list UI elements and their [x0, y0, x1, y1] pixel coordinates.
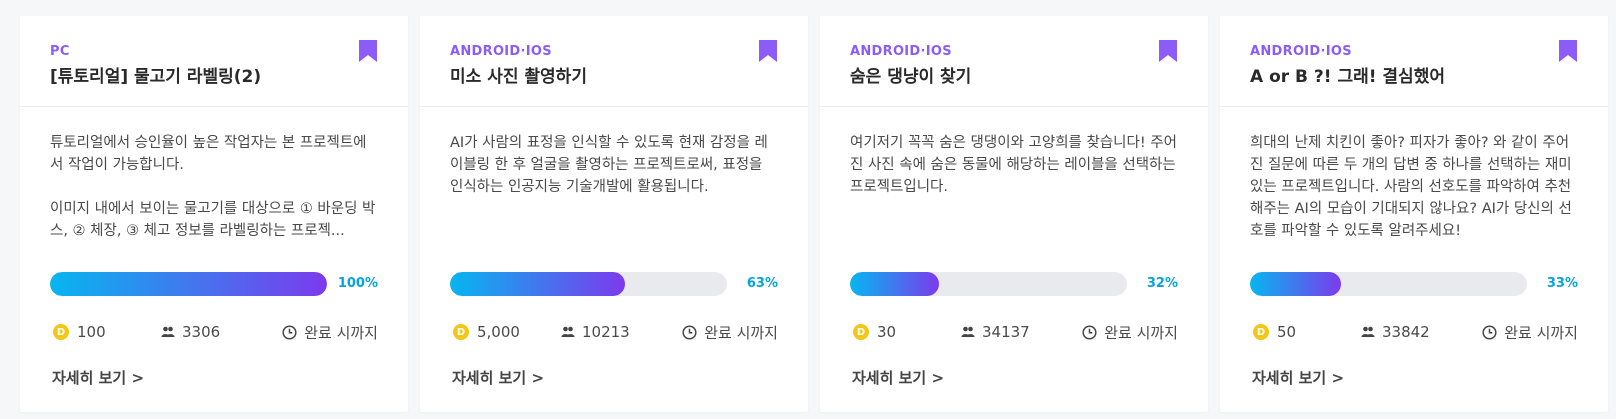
- card-title[interactable]: 미소 사진 촬영하기: [450, 66, 778, 88]
- bookmark-icon[interactable]: [1558, 39, 1578, 63]
- progress-percent: 33%: [1546, 276, 1578, 291]
- points-value: 100: [77, 323, 106, 341]
- participants-stat: 10213: [561, 321, 630, 343]
- card-description: 여기저기 꼭꼭 숨은 댕댕이와 고양희를 찾습니다! 주어진 사진 속에 숨은 …: [850, 135, 1177, 195]
- deadline-stat: 완료 시까지: [1082, 321, 1178, 343]
- participants-value: 34137: [982, 323, 1030, 341]
- deadline-value: 완료 시까지: [1504, 323, 1578, 342]
- card-header: PC [튜토리얼] 물고기 라벨링(2): [20, 16, 408, 107]
- card-stats: D 50 33842 완료 시까지: [1250, 321, 1578, 343]
- progress-row: 33%: [1250, 272, 1578, 296]
- card-description: AI가 사람의 표정을 인식할 수 있도록 현재 감정을 레이블링 한 후 얼굴…: [450, 135, 768, 195]
- card-description: 희대의 난제 치킨이 좋아? 피자가 좋아? 와 같이 주어진 질문에 따른 두…: [1250, 135, 1572, 239]
- deadline-value: 완료 시까지: [1104, 323, 1178, 342]
- project-card[interactable]: ANDROID·IOS 숨은 댕냥이 찾기 여기저기 꼭꼭 숨은 댕댕이와 고양…: [820, 16, 1208, 412]
- progress-row: 32%: [850, 272, 1178, 296]
- card-stats: D 100 3306 완료 시까지: [50, 321, 378, 343]
- participants-stat: 33842: [1361, 321, 1430, 343]
- project-card[interactable]: PC [튜토리얼] 물고기 라벨링(2) 튜토리얼에서 승인율이 높은 작업자는…: [20, 16, 408, 412]
- points-value: 50: [1277, 323, 1297, 341]
- more-link[interactable]: 자세히 보기 >: [452, 367, 544, 388]
- card-header: ANDROID·IOS 숨은 댕냥이 찾기: [820, 16, 1208, 107]
- progress-fill: [450, 272, 625, 296]
- people-icon: [561, 326, 575, 338]
- clock-icon: [682, 324, 697, 340]
- clock-icon: [1482, 324, 1497, 340]
- progress-percent: 63%: [746, 276, 778, 291]
- bookmark-icon[interactable]: [758, 39, 778, 63]
- project-card[interactable]: ANDROID·IOS A or B ?! 그래! 결심했어 희대의 난제 치킨…: [1220, 16, 1608, 412]
- points-stat: D 100: [53, 321, 106, 343]
- points-stat: D 50: [1253, 321, 1296, 343]
- card-header: ANDROID·IOS 미소 사진 촬영하기: [420, 16, 808, 107]
- bookmark-icon[interactable]: [358, 39, 378, 63]
- people-icon: [961, 326, 975, 338]
- deadline-value: 완료 시까지: [304, 323, 378, 342]
- card-header: ANDROID·IOS A or B ?! 그래! 결심했어: [1220, 16, 1608, 107]
- coin-icon: D: [453, 324, 469, 340]
- platform-label: ANDROID·IOS: [1250, 44, 1352, 59]
- people-icon: [161, 326, 175, 338]
- platform-label: ANDROID·IOS: [850, 44, 952, 59]
- platform-label: PC: [50, 44, 70, 59]
- progress-bar: [50, 272, 327, 296]
- card-title[interactable]: A or B ?! 그래! 결심했어: [1250, 66, 1578, 88]
- people-icon: [1361, 326, 1375, 338]
- clock-icon: [282, 324, 297, 340]
- coin-icon: D: [1253, 324, 1269, 340]
- clock-icon: [1082, 324, 1097, 340]
- progress-row: 100%: [50, 272, 378, 296]
- progress-fill: [850, 272, 939, 296]
- project-card-list: PC [튜토리얼] 물고기 라벨링(2) 튜토리얼에서 승인율이 높은 작업자는…: [0, 0, 1616, 419]
- participants-value: 10213: [582, 323, 630, 341]
- points-value: 30: [877, 323, 897, 341]
- points-value: 5,000: [477, 323, 520, 341]
- participants-stat: 3306: [161, 321, 220, 343]
- points-stat: D 5,000: [453, 321, 520, 343]
- card-title[interactable]: [튜토리얼] 물고기 라벨링(2): [50, 66, 378, 88]
- project-card[interactable]: ANDROID·IOS 미소 사진 촬영하기 AI가 사람의 표정을 인식할 수…: [420, 16, 808, 412]
- platform-label: ANDROID·IOS: [450, 44, 552, 59]
- progress-bar: [1250, 272, 1527, 296]
- card-stats: D 30 34137 완료 시까지: [850, 321, 1178, 343]
- progress-fill: [50, 272, 327, 296]
- deadline-stat: 완료 시까지: [682, 321, 778, 343]
- more-link[interactable]: 자세히 보기 >: [1252, 367, 1344, 388]
- coin-icon: D: [53, 324, 69, 340]
- progress-bar: [450, 272, 727, 296]
- progress-bar: [850, 272, 1127, 296]
- card-stats: D 5,000 10213 완료 시까지: [450, 321, 778, 343]
- progress-fill: [1250, 272, 1342, 296]
- deadline-stat: 완료 시까지: [282, 321, 378, 343]
- more-link[interactable]: 자세히 보기 >: [52, 367, 144, 388]
- deadline-stat: 완료 시까지: [1482, 321, 1578, 343]
- card-title[interactable]: 숨은 댕냥이 찾기: [850, 66, 1178, 88]
- progress-percent: 32%: [1146, 276, 1178, 291]
- points-stat: D 30: [853, 321, 896, 343]
- progress-row: 63%: [450, 272, 778, 296]
- participants-value: 3306: [182, 323, 221, 341]
- participants-stat: 34137: [961, 321, 1030, 343]
- deadline-value: 완료 시까지: [704, 323, 778, 342]
- progress-percent: 100%: [337, 276, 378, 291]
- coin-icon: D: [853, 324, 869, 340]
- card-description: 튜토리얼에서 승인율이 높은 작업자는 본 프로젝트에 서 작업이 가능합니다.…: [50, 135, 376, 239]
- participants-value: 33842: [1382, 323, 1430, 341]
- bookmark-icon[interactable]: [1158, 39, 1178, 63]
- more-link[interactable]: 자세히 보기 >: [852, 367, 944, 388]
